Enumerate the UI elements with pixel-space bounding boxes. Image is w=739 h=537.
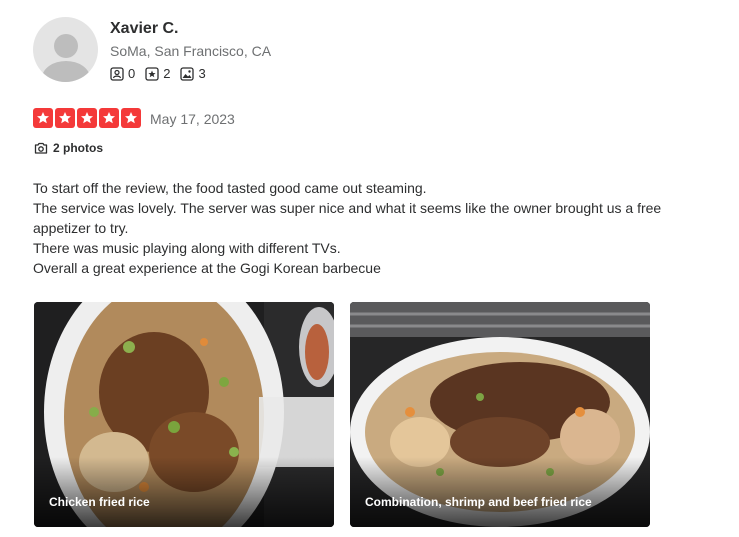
photos-stat: 3 (180, 66, 206, 81)
friends-count: 0 (128, 66, 136, 81)
friends-icon (110, 66, 124, 81)
reviews-count: 2 (163, 66, 171, 81)
user-location: SoMa, San Francisco, CA (110, 43, 272, 59)
photo-caption: Chicken fried rice (49, 495, 150, 509)
camera-icon (34, 142, 48, 154)
reviews-stat: 2 (145, 66, 170, 81)
review-photo-chicken-fried-rice[interactable]: Chicken fried rice (34, 302, 334, 527)
star-icon (33, 108, 53, 128)
star-icon (121, 108, 141, 128)
review-line: Overall a great experience at the Gogi K… (33, 260, 381, 276)
photo-caption: Combination, shrimp and beef fried rice (365, 495, 592, 509)
user-name[interactable]: Xavier C. (110, 20, 178, 38)
review-photo-combination-fried-rice[interactable]: Combination, shrimp and beef fried rice (350, 302, 650, 527)
review-line: The service was lovely. The server was s… (33, 200, 662, 236)
star-icon (99, 108, 119, 128)
review-line: There was music playing along with diffe… (33, 240, 341, 256)
user-avatar[interactable] (33, 17, 98, 82)
star-review-icon (145, 66, 159, 81)
friends-stat: 0 (110, 66, 135, 81)
review-date: May 17, 2023 (150, 111, 235, 127)
review-photos-link[interactable]: 2 photos (34, 141, 103, 155)
review-text: To start off the review, the food tasted… (33, 178, 713, 278)
photo-icon (180, 66, 195, 81)
star-icon (77, 108, 97, 128)
photos-stat-count: 3 (198, 66, 206, 81)
caption-shade (350, 457, 650, 527)
user-stats: 0 2 3 (110, 66, 216, 81)
star-rating (33, 108, 143, 128)
avatar-head-shape (54, 34, 78, 58)
review-line: To start off the review, the food tasted… (33, 180, 427, 196)
star-icon (55, 108, 75, 128)
photos-count-label: 2 photos (53, 141, 103, 155)
caption-shade (34, 457, 334, 527)
avatar-body-shape (42, 61, 90, 82)
